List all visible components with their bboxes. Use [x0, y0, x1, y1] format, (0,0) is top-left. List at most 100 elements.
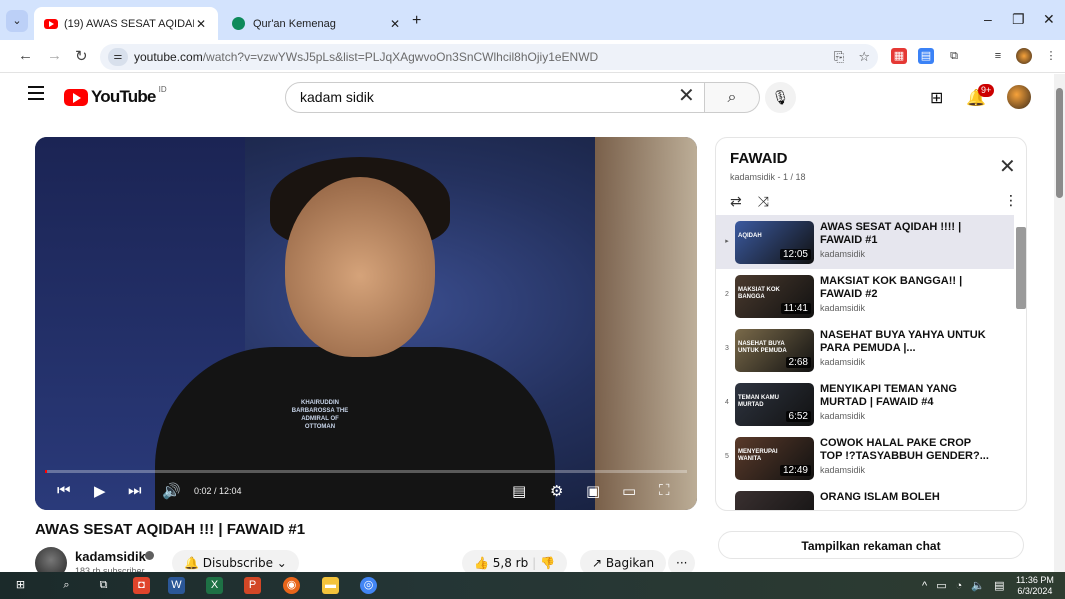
video-thumbnail[interactable]: MAKSIAT KOK BANGGA 11:41: [735, 275, 814, 318]
playlist-item[interactable]: 5 MENYERUPAI WANITA 12:49 COWOK HALAL PAKE …: [716, 431, 1014, 485]
playlist-item-index: ▸: [725, 238, 729, 245]
thumbnail-text: AQIDAH: [738, 233, 762, 239]
playlist-item-index: 3: [725, 345, 729, 352]
next-icon[interactable]: ⏭: [128, 482, 142, 499]
video-thumbnail[interactable]: [735, 491, 814, 510]
thumbs-down-icon[interactable]: 👎: [540, 556, 555, 570]
close-tab-icon[interactable]: ✕: [194, 17, 208, 31]
clear-search-icon[interactable]: ✕: [678, 85, 695, 107]
search-input[interactable]: kadam sidik: [285, 82, 705, 113]
reading-list-icon[interactable]: ≡: [990, 48, 1006, 64]
search-icon[interactable]: ⌕: [58, 577, 75, 594]
cast-icon[interactable]: ⎘: [834, 49, 844, 65]
playlist-item[interactable]: 2 MAKSIAT KOK BANGGA 11:41 MAKSIAT KOK BANG…: [716, 269, 1014, 323]
volume-icon[interactable]: 🔊: [162, 482, 181, 500]
playlist-scrollbar[interactable]: [1015, 215, 1026, 510]
thumbnail-text: TEMAN KAMU MURTAD: [738, 395, 779, 408]
video-thumbnail[interactable]: AQIDAH 12:05: [735, 221, 814, 264]
shirt-print: KHAIRUDDIN BARBAROSSA THE ADMIRAL OF OTT…: [291, 400, 349, 430]
account-avatar[interactable]: [1007, 85, 1031, 109]
task-view-icon[interactable]: ⧉: [95, 577, 112, 594]
url-host: youtube.com: [134, 50, 203, 64]
minimize-button[interactable]: –: [984, 11, 992, 27]
playlist-items: ▸ AQIDAH 12:05 AWAS SESAT AQIDAH !!!! | FAW…: [716, 215, 1014, 510]
video-duration: 12:49: [779, 465, 811, 476]
video-thumbnail[interactable]: NASEHAT BUYA UNTUK PEMUDA 2:68: [735, 329, 814, 372]
video-player[interactable]: KHAIRUDDIN BARBAROSSA THE ADMIRAL OF OTT…: [35, 137, 697, 510]
profile-avatar[interactable]: [1016, 48, 1032, 64]
clock[interactable]: 11:36 PM 6/3/2024: [1016, 575, 1054, 597]
playlist-menu-icon[interactable]: ⋮: [1004, 192, 1018, 209]
play-icon[interactable]: ▶: [94, 482, 106, 500]
page-scrollbar[interactable]: [1054, 74, 1065, 572]
tab-quran[interactable]: Qur'an Kemenag ✕: [222, 7, 412, 40]
extension-icon[interactable]: ▦: [891, 48, 907, 64]
like-count: 5,8 rb: [492, 556, 529, 570]
reload-icon[interactable]: ↻: [75, 47, 88, 65]
restore-button[interactable]: ❐: [1012, 11, 1025, 28]
subscribe-label: Disubscribe: [202, 556, 273, 570]
search-button[interactable]: ⌕: [705, 82, 760, 113]
close-playlist-icon[interactable]: ✕: [999, 154, 1016, 179]
word-icon[interactable]: W: [168, 577, 185, 594]
back-icon[interactable]: ←: [18, 47, 33, 64]
playlist-item-title: NASEHAT BUYA YAHYA UNTUK PARA PEMUDA |..…: [820, 329, 986, 354]
create-video-icon[interactable]: ⊞: [930, 88, 943, 108]
extension-icon[interactable]: ▤: [918, 48, 934, 64]
media-app-icon[interactable]: ◉: [283, 577, 300, 594]
voice-search-mic-icon[interactable]: 🎙: [765, 82, 796, 113]
office-icon[interactable]: ◘: [133, 577, 150, 594]
windows-start-icon[interactable]: ⊞: [12, 577, 29, 594]
video-duration: 6:52: [785, 411, 811, 422]
region-code: ID: [158, 84, 167, 94]
progress-played: [45, 470, 47, 473]
file-explorer-icon[interactable]: ▬: [322, 577, 339, 594]
youtube-logo[interactable]: YouTube ID: [64, 84, 167, 107]
playlist-item-channel: kadamsidik: [820, 357, 866, 367]
playlist-item[interactable]: 3 NASEHAT BUYA UNTUK PEMUDA 2:68 NASEHAT BU…: [716, 323, 1014, 377]
video-thumbnail[interactable]: TEMAN KAMU MURTAD 6:52: [735, 383, 814, 426]
address-bar[interactable]: ⚌ youtube.com/watch?v=vzwYWsJ5pLs&list=P…: [100, 44, 878, 70]
new-tab-button[interactable]: +: [412, 12, 421, 30]
playlist-title[interactable]: FAWAID: [730, 150, 788, 167]
site-info-icon[interactable]: ⚌: [108, 48, 128, 66]
browser-menu-icon[interactable]: ⋮: [1043, 48, 1059, 64]
theater-mode-icon[interactable]: ▭: [622, 482, 636, 500]
close-window-button[interactable]: ✕: [1043, 11, 1055, 28]
playlist-item-index: 4: [725, 399, 729, 406]
tab-search-button[interactable]: ⌄: [6, 10, 28, 32]
fullscreen-icon[interactable]: ⛶: [659, 482, 670, 499]
hamburger-menu-icon[interactable]: [28, 86, 44, 104]
windows-taskbar: ⊞ ⌕ ⧉ ◘ W X P ◉ ▬ ◎ ^ ▭ ◔ 🔈 ▤ 11:36 PM 6…: [0, 572, 1065, 599]
progress-bar[interactable]: [45, 470, 687, 473]
url-path: /watch?v=vzwYWsJ5pLs&list=PLJqXAgwvoOn3S…: [202, 50, 599, 64]
clock-date: 6/3/2024: [1017, 586, 1053, 596]
powerpoint-icon[interactable]: P: [244, 577, 261, 594]
thumbnail-text: MAKSIAT KOK BANGGA: [738, 287, 780, 300]
settings-gear-icon[interactable]: ⚙: [550, 482, 563, 500]
close-tab-icon[interactable]: ✕: [388, 17, 402, 31]
tab-youtube[interactable]: (19) AWAS SESAT AQIDAH !!! | F ✕: [34, 7, 218, 40]
extensions-puzzle-icon[interactable]: ⧉: [946, 48, 962, 64]
chrome-icon[interactable]: ◎: [360, 577, 377, 594]
playlist-item[interactable]: ▸ AQIDAH 12:05 AWAS SESAT AQIDAH !!!! | FAW…: [716, 215, 1014, 269]
excel-icon[interactable]: X: [206, 577, 223, 594]
loop-icon[interactable]: ⇄: [730, 193, 742, 209]
channel-name[interactable]: kadamsidik: [75, 549, 146, 564]
shuffle-icon[interactable]: ⤨: [758, 193, 769, 209]
subtitles-icon[interactable]: ▤: [512, 482, 526, 500]
show-chat-replay-button[interactable]: Tampilkan rekaman chat: [718, 531, 1024, 559]
playlist-item-title: COWOK HALAL PAKE CROP TOP !?TASYABBUH GE…: [820, 437, 989, 462]
playlist-item[interactable]: ORANG ISLAM BOLEH: [716, 485, 1014, 510]
youtube-header: YouTube ID kadam sidik ✕ ⌕ 🎙 ⊞ 🔔 9+: [0, 74, 1065, 120]
system-tray[interactable]: ^ ▭ ◔ 🔈 ▤: [922, 579, 1008, 592]
bookmark-star-icon[interactable]: ☆: [858, 49, 870, 65]
previous-icon[interactable]: ⏮: [57, 482, 71, 499]
playlist-item[interactable]: 4 TEMAN KAMU MURTAD 6:52 MENYIKAPI TEMAN YA…: [716, 377, 1014, 431]
miniplayer-icon[interactable]: ▣: [586, 482, 600, 500]
video-thumbnail[interactable]: MENYERUPAI WANITA 12:49: [735, 437, 814, 480]
notification-badge: 9+: [978, 84, 995, 97]
video-duration: 12:05: [779, 249, 811, 260]
tab-title: Qur'an Kemenag: [253, 17, 336, 30]
forward-icon[interactable]: →: [47, 47, 62, 64]
